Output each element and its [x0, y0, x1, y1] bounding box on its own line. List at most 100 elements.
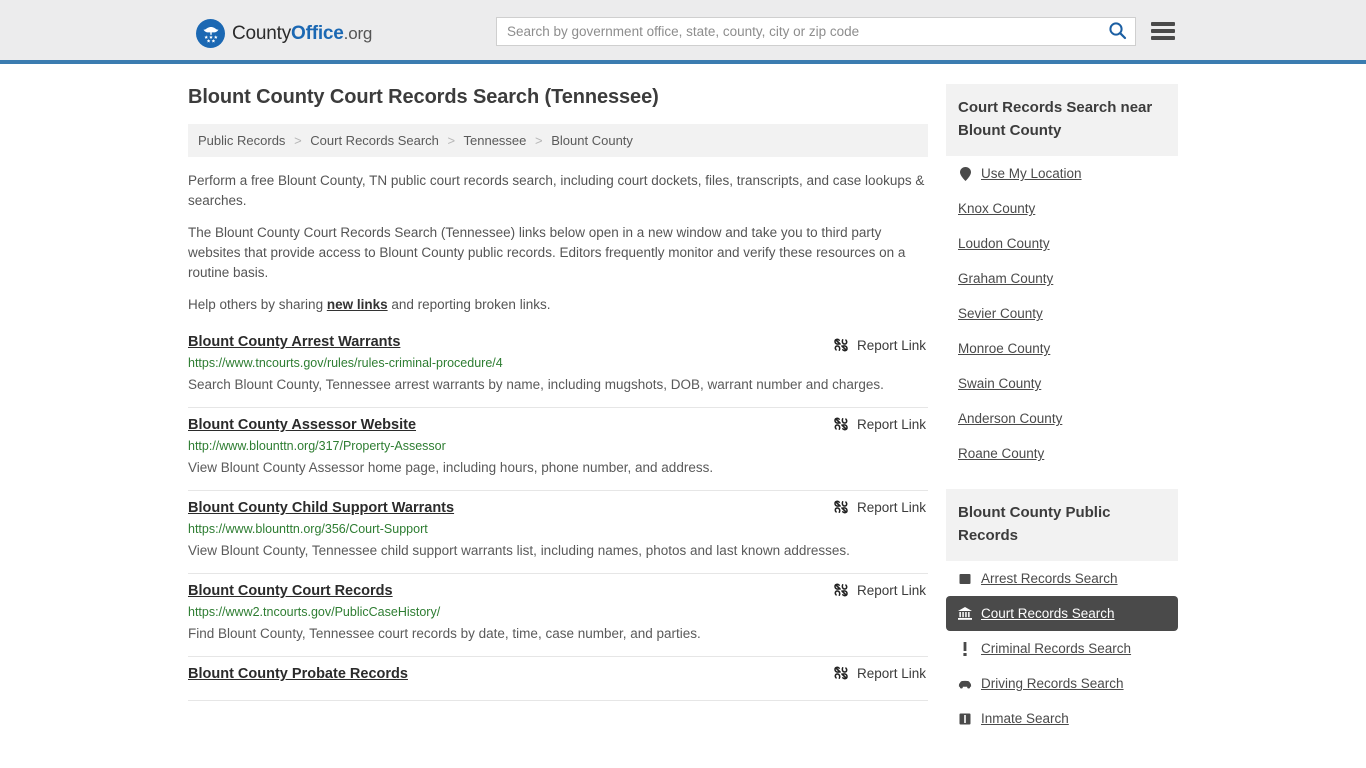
sidebar-heading-public-records: Blount County Public Records [946, 489, 1178, 561]
sidebar-item-monroe-county[interactable]: Monroe County [946, 331, 1178, 366]
sidebar-item-use-my-location[interactable]: Use My Location [946, 156, 1178, 191]
breadcrumb: Public Records > Court Records Search > … [188, 124, 928, 157]
sidebar-item-sevier-county[interactable]: Sevier County [946, 296, 1178, 331]
sidebar-item-label: Sevier County [958, 306, 1043, 321]
list-item: Blount County Court Records https://www2… [188, 574, 928, 657]
records-link-list: Blount County Arrest Warrants https://ww… [188, 329, 928, 701]
record-link-title[interactable]: Blount County Probate Records [188, 666, 408, 682]
sidebar-item-label: Criminal Records Search [981, 641, 1132, 656]
sidebar-item-criminal-records-search[interactable]: Criminal Records Search [946, 631, 1178, 666]
report-link-button[interactable]: Report Link [833, 499, 926, 515]
list-item: Court Records Search [946, 596, 1178, 631]
courthouse-icon [958, 607, 972, 621]
list-item: Blount County Arrest Warrants https://ww… [188, 329, 928, 408]
report-link-button[interactable]: Report Link [833, 582, 926, 598]
record-link-description: Search Blount County, Tennessee arrest w… [188, 377, 884, 392]
report-link-button[interactable]: Report Link [833, 416, 926, 432]
list-item: Monroe County [946, 331, 1178, 366]
report-link-button[interactable]: Report Link [833, 337, 926, 353]
sidebar-public-records-list: Arrest Records Search Court Records Sear… [946, 561, 1178, 736]
broken-link-icon [833, 416, 849, 432]
jail-icon [958, 712, 972, 726]
sidebar-item-anderson-county[interactable]: Anderson County [946, 401, 1178, 436]
hamburger-bar [1151, 29, 1175, 33]
sidebar-item-knox-county[interactable]: Knox County [946, 191, 1178, 226]
hamburger-bar [1151, 36, 1175, 40]
search-input[interactable] [497, 18, 1099, 45]
page-body: Blount County Court Records Search (Tenn… [0, 64, 1366, 736]
sidebar-item-label: Monroe County [958, 341, 1051, 356]
car-icon [958, 677, 972, 691]
list-item: Blount County Assessor Website http://ww… [188, 408, 928, 491]
list-item: Blount County Probate Records Report Lin… [188, 657, 928, 701]
search-bar [496, 17, 1136, 46]
list-item: Sevier County [946, 296, 1178, 331]
location-pin-icon [958, 166, 972, 181]
logo-text-county: County [232, 22, 292, 44]
sidebar-nearby-list: Use My Location Knox County Loudon Count… [946, 156, 1178, 471]
report-link-button[interactable]: Report Link [833, 665, 926, 681]
broken-link-icon [833, 665, 849, 681]
sidebar-item-label: Loudon County [958, 236, 1050, 251]
breadcrumb-item-public-records[interactable]: Public Records [198, 133, 285, 148]
page-title: Blount County Court Records Search (Tenn… [188, 86, 659, 108]
record-link-url[interactable]: https://www.tncourts.gov/rules/rules-cri… [188, 356, 928, 370]
record-link-title[interactable]: Blount County Assessor Website [188, 417, 416, 433]
sidebar-item-roane-county[interactable]: Roane County [946, 436, 1178, 471]
sidebar-item-label: Inmate Search [981, 711, 1069, 726]
content-container: Blount County Court Records Search (Tenn… [188, 64, 1178, 736]
list-item: Inmate Search [946, 701, 1178, 736]
breadcrumb-item-tennessee[interactable]: Tennessee [464, 133, 527, 148]
list-item: Knox County [946, 191, 1178, 226]
sidebar-item-loudon-county[interactable]: Loudon County [946, 226, 1178, 261]
record-link-title[interactable]: Blount County Arrest Warrants [188, 334, 400, 350]
sidebar-item-court-records-search[interactable]: Court Records Search [946, 596, 1178, 631]
site-logo[interactable]: CountyOffice.org [196, 19, 372, 48]
logo-wordmark: CountyOffice.org [232, 23, 372, 45]
breadcrumb-item-blount-county[interactable]: Blount County [551, 133, 633, 148]
report-link-label: Report Link [856, 582, 926, 598]
logo-text-org: .org [343, 23, 373, 43]
list-item: Criminal Records Search [946, 631, 1178, 666]
square-icon [958, 572, 972, 586]
report-link-label: Report Link [856, 499, 926, 515]
search-button[interactable] [1099, 18, 1135, 45]
sidebar: Court Records Search near Blount County … [946, 64, 1178, 736]
record-link-url[interactable]: https://www.blounttn.org/356/Court-Suppo… [188, 522, 928, 536]
broken-link-icon [833, 499, 849, 515]
sidebar-item-label: Use My Location [981, 166, 1082, 181]
sidebar-item-inmate-search[interactable]: Inmate Search [946, 701, 1178, 736]
sidebar-item-label: Court Records Search [981, 606, 1115, 621]
main-column: Blount County Court Records Search (Tenn… [188, 64, 928, 736]
record-link-description: View Blount County Assessor home page, i… [188, 460, 714, 475]
sidebar-heading-nearby: Court Records Search near Blount County [946, 84, 1178, 156]
sidebar-item-label: Arrest Records Search [981, 571, 1118, 586]
eagle-seal-icon [196, 19, 225, 48]
sidebar-item-driving-records-search[interactable]: Driving Records Search [946, 666, 1178, 701]
broken-link-icon [833, 582, 849, 598]
breadcrumb-item-court-records-search[interactable]: Court Records Search [310, 133, 439, 148]
report-link-label: Report Link [856, 337, 926, 353]
sidebar-item-swain-county[interactable]: Swain County [946, 366, 1178, 401]
record-link-title[interactable]: Blount County Child Support Warrants [188, 500, 454, 516]
sidebar-item-label: Roane County [958, 446, 1045, 461]
logo-text-office: Office [291, 22, 344, 44]
sidebar-item-graham-county[interactable]: Graham County [946, 261, 1178, 296]
list-item: Loudon County [946, 226, 1178, 261]
list-item: Graham County [946, 261, 1178, 296]
report-link-label: Report Link [856, 665, 926, 681]
breadcrumb-separator: > [447, 133, 456, 148]
hamburger-menu-icon[interactable] [1151, 20, 1175, 42]
sidebar-item-label: Anderson County [958, 411, 1063, 426]
record-link-url[interactable]: http://www.blounttn.org/317/Property-Ass… [188, 439, 928, 453]
new-links-link[interactable]: new links [327, 297, 388, 312]
site-header: CountyOffice.org [0, 0, 1366, 64]
sidebar-item-arrest-records-search[interactable]: Arrest Records Search [946, 561, 1178, 596]
record-link-description: View Blount County, Tennessee child supp… [188, 543, 850, 558]
record-link-title[interactable]: Blount County Court Records [188, 583, 393, 599]
intro-paragraph-2: The Blount County Court Records Search (… [188, 225, 906, 280]
list-item: Blount County Child Support Warrants htt… [188, 491, 928, 574]
sidebar-item-label: Driving Records Search [981, 676, 1124, 691]
sidebar-item-label: Knox County [958, 201, 1036, 216]
record-link-url[interactable]: https://www2.tncourts.gov/PublicCaseHist… [188, 605, 928, 619]
